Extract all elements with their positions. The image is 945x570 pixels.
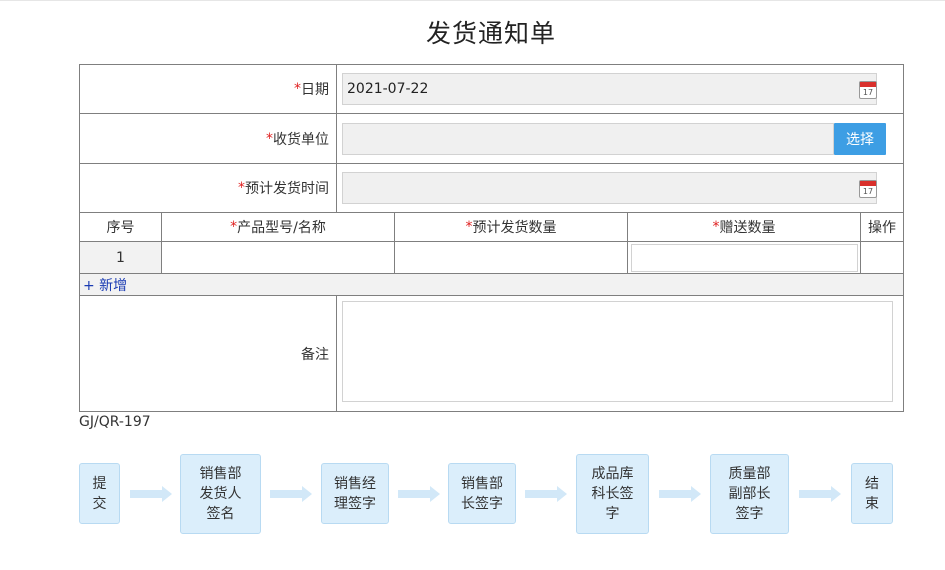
date-required-mark: *	[294, 81, 301, 97]
shipping-notice-form: *日期 2021-07-22 17 *收货单位 选择 *预计发货时间 17	[79, 64, 904, 412]
arrow-right-icon	[525, 486, 567, 502]
arrow-right-icon	[130, 486, 172, 502]
arrow-right-icon	[659, 486, 701, 502]
product-table: 序号 * 产品型号/名称 * 预计发货数量 * 赠送数量 操作 1	[80, 213, 903, 274]
page-title: 发货通知单	[425, 19, 556, 48]
remark-label: 备注	[80, 296, 337, 412]
document-code: GJ/QR-197	[79, 414, 151, 430]
date-label: * 日期	[80, 65, 337, 113]
calendar-day-text: 17	[862, 187, 874, 196]
column-header-gift-qty: * 赠送数量	[628, 213, 861, 242]
ship-time-row: * 预计发货时间 17	[80, 164, 903, 213]
arrow-right-icon	[398, 486, 440, 502]
date-label-text: 日期	[301, 82, 329, 98]
ship-time-required-mark: *	[238, 180, 245, 196]
top-border	[0, 0, 945, 1]
ship-time-label: * 预计发货时间	[80, 164, 337, 212]
workflow-step-end: 结束	[851, 463, 893, 524]
arrow-right-icon	[799, 486, 841, 502]
ops-cell	[861, 242, 903, 274]
receiver-label: * 收货单位	[80, 114, 337, 163]
ship-qty-cell-input[interactable]	[395, 242, 628, 274]
gift-qty-cell	[628, 242, 861, 274]
arrow-right-icon	[270, 486, 312, 502]
workflow-step-warehouse-chief: 成品库科长签字	[576, 454, 649, 534]
date-row: * 日期 2021-07-22 17	[80, 65, 903, 114]
select-receiver-button[interactable]: 选择	[834, 123, 886, 155]
calendar-icon[interactable]: 17	[859, 180, 877, 198]
receiver-row: * 收货单位 选择	[80, 114, 903, 164]
ship-time-input[interactable]	[342, 172, 877, 204]
calendar-icon[interactable]: 17	[859, 81, 877, 99]
receiver-required-mark: *	[266, 130, 273, 147]
date-value: 2021-07-22	[347, 81, 429, 97]
table-row-index: 1	[80, 242, 162, 274]
workflow-step-sales-manager: 销售经理签字	[321, 463, 389, 524]
receiver-input[interactable]	[342, 123, 834, 155]
receiver-label-text: 收货单位	[273, 131, 329, 148]
date-input[interactable]: 2021-07-22	[342, 73, 877, 105]
remark-textarea[interactable]	[342, 301, 893, 402]
workflow-step-sales-director: 销售部长签字	[448, 463, 516, 524]
column-header-ship-qty: * 预计发货数量	[395, 213, 628, 242]
product-cell-input[interactable]	[162, 242, 395, 274]
column-header-ops: 操作	[861, 213, 903, 242]
add-row-link[interactable]: + 新增	[80, 274, 903, 296]
column-header-product: * 产品型号/名称	[162, 213, 395, 242]
column-header-index: 序号	[80, 213, 162, 242]
ship-time-label-text: 预计发货时间	[245, 181, 329, 197]
workflow-step-quality-deputy: 质量部副部长签字	[710, 454, 789, 534]
gift-qty-input[interactable]	[630, 243, 858, 272]
workflow-step-submit: 提交	[79, 463, 120, 524]
workflow-step-sales-shipper: 销售部发货人签名	[180, 454, 261, 534]
calendar-day-text: 17	[862, 88, 874, 97]
